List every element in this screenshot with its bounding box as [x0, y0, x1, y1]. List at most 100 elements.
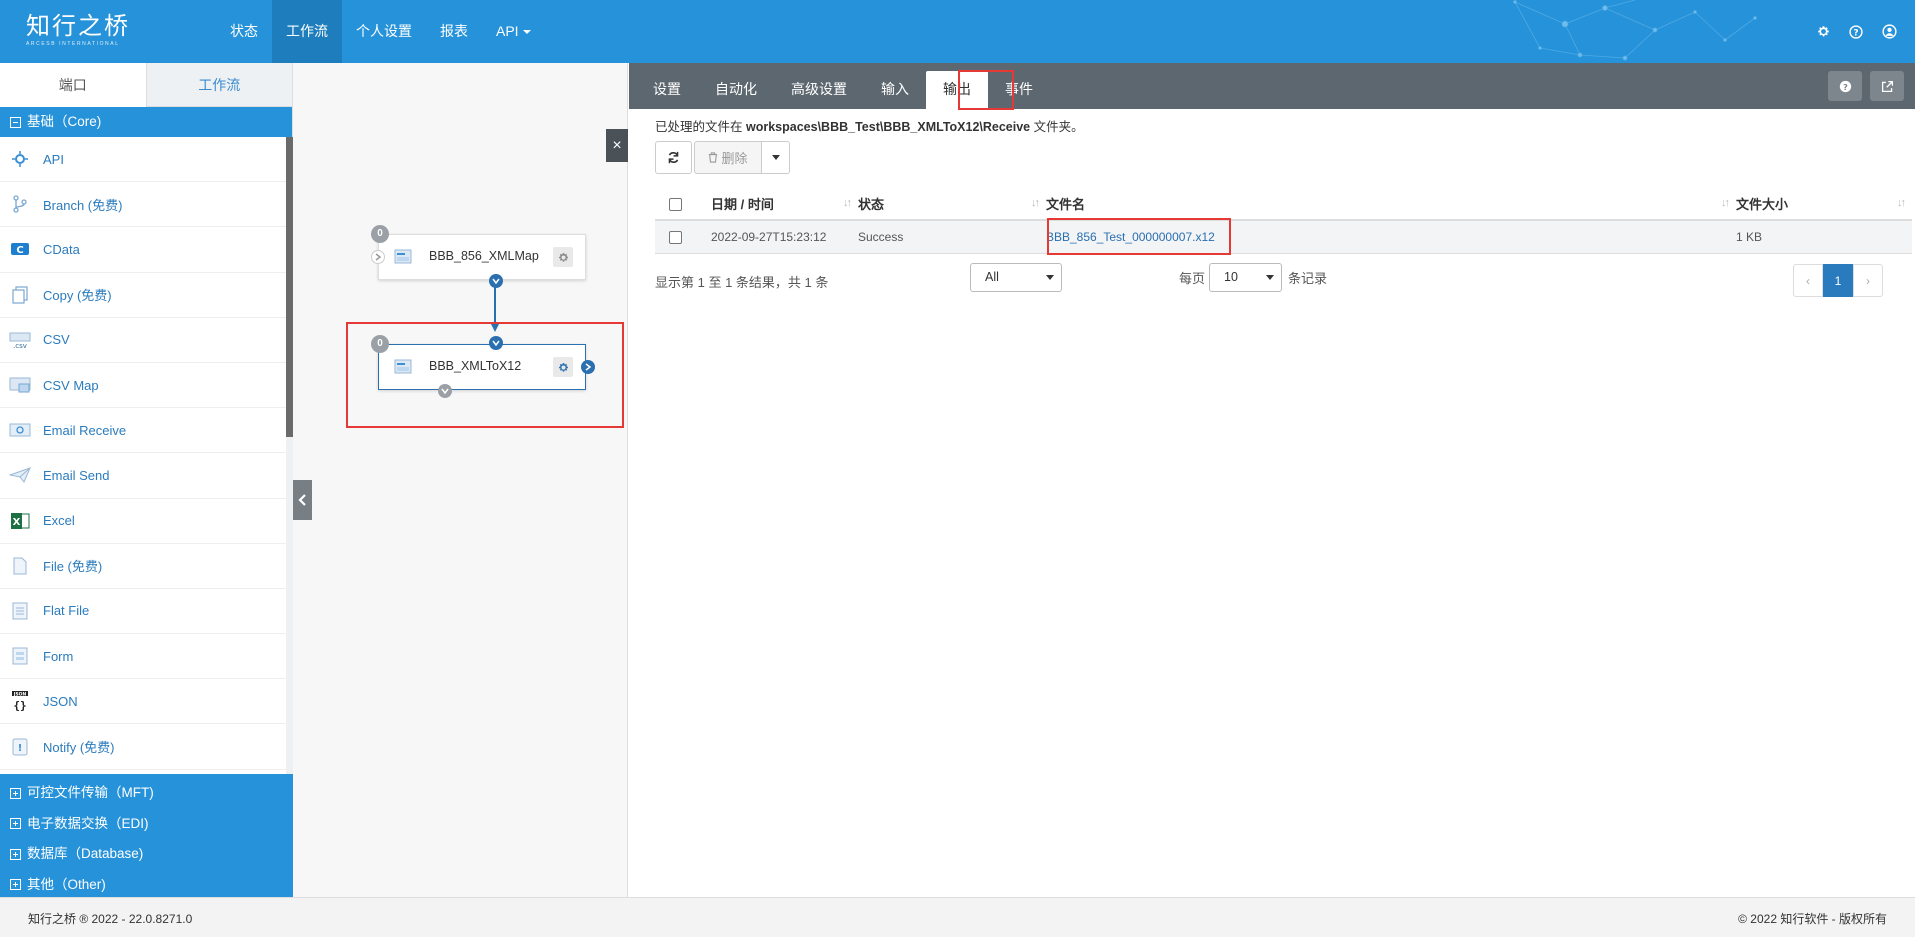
connector-email-send[interactable]: Email Send: [0, 453, 286, 499]
category-other[interactable]: 其他（Other): [0, 869, 293, 900]
connector-label: API: [43, 151, 64, 167]
help-icon[interactable]: ?: [1848, 24, 1864, 40]
node-input-port[interactable]: [371, 250, 385, 264]
connector-panel: 设置 自动化 高级设置 输入 输出 事件 ? 已处理的文件在 workspace…: [629, 63, 1915, 897]
connector-form[interactable]: Form: [0, 634, 286, 680]
select-all-checkbox[interactable]: [669, 197, 682, 211]
next-page-button[interactable]: ›: [1853, 264, 1883, 297]
refresh-button[interactable]: [655, 141, 692, 174]
form-icon: [8, 644, 32, 668]
caret-down-icon: [522, 30, 531, 35]
page-1-button[interactable]: 1: [1823, 264, 1853, 297]
col-filename[interactable]: 文件名 ↓↑: [1046, 187, 1736, 221]
category-database[interactable]: 数据库（Database): [0, 839, 293, 870]
tab-advanced[interactable]: 高级设置: [774, 71, 864, 109]
connector-branch[interactable]: Branch (免费): [0, 182, 286, 228]
brand-name: 知行之桥: [26, 12, 130, 40]
connector-notify[interactable]: ! Notify (免费): [0, 724, 286, 770]
col-status[interactable]: 状态 ↓↑: [858, 187, 1046, 221]
file-icon: [8, 554, 32, 578]
tab-settings[interactable]: 设置: [636, 71, 698, 109]
top-navbar: 知行之桥 ARCESB INTERNATIONAL 状态 工作流 个人设置 报表…: [0, 0, 1915, 63]
svg-text:{}: {}: [13, 699, 26, 712]
category-mft[interactable]: 可控文件传输（MFT): [0, 778, 293, 809]
connector-copy[interactable]: Copy (免费): [0, 273, 286, 318]
csv-icon: .csv: [8, 328, 32, 352]
node-badge: 0: [371, 225, 389, 243]
tab-connectors[interactable]: 端口: [0, 63, 147, 107]
scrollbar-thumb[interactable]: [286, 137, 293, 437]
brand-tagline: ARCESB INTERNATIONAL: [26, 41, 120, 47]
nav-reports[interactable]: 报表: [426, 0, 482, 63]
sidebar-tabs: 端口 工作流: [0, 63, 292, 107]
gear-icon: [558, 252, 568, 262]
email-receive-icon: [8, 418, 32, 442]
panel-help-button[interactable]: ?: [1828, 71, 1862, 101]
per-page-select[interactable]: 10: [1209, 263, 1282, 292]
connector-label: JSON: [43, 693, 78, 709]
collapse-sidebar-button[interactable]: [293, 480, 312, 520]
status-filter-select[interactable]: All: [970, 263, 1062, 292]
table-row[interactable]: 2022-09-27T15:23:12 Success BBB_856_Test…: [655, 220, 1912, 254]
col-filesize-label: 文件大小: [1736, 196, 1789, 212]
nav-api-label: API: [496, 23, 519, 39]
connector-api[interactable]: API: [0, 137, 286, 183]
tab-input[interactable]: 输入: [864, 71, 926, 109]
per-page-prefix: 每页: [1179, 271, 1206, 286]
category-edi[interactable]: 电子数据交换（EDI): [0, 808, 293, 839]
workflow-canvas[interactable]: [293, 63, 628, 897]
close-panel-button[interactable]: ×: [606, 129, 628, 162]
panel-popout-button[interactable]: [1870, 71, 1904, 101]
nav-workflow[interactable]: 工作流: [272, 0, 342, 63]
nav-status[interactable]: 状态: [216, 0, 272, 63]
row-datetime: 2022-09-27T15:23:12: [711, 220, 858, 254]
gear-icon[interactable]: [1815, 24, 1831, 40]
category-label: 数据库（Database): [27, 846, 144, 861]
highlight-box-filename: [1047, 218, 1231, 255]
workflow-node-xmlmap[interactable]: 0 BBB_856_XMLMap: [371, 225, 586, 280]
col-filename-label: 文件名: [1046, 196, 1086, 212]
connector-flat-file[interactable]: Flat File: [0, 589, 286, 635]
nav-api[interactable]: API: [482, 0, 545, 63]
connector-label: Email Receive: [43, 422, 127, 438]
connector-label: File (免费): [43, 559, 103, 575]
connector-excel[interactable]: X Excel: [0, 499, 286, 544]
prev-page-button[interactable]: ‹: [1793, 264, 1823, 297]
delete-button[interactable]: 删除: [694, 141, 762, 174]
sort-icon: ↓↑: [1721, 197, 1730, 209]
category-core[interactable]: 基础（Core): [0, 107, 292, 137]
tab-automation[interactable]: 自动化: [698, 71, 774, 109]
connector-csv[interactable]: .csv CSV: [0, 318, 286, 363]
col-filesize[interactable]: 文件大小 ↓↑: [1736, 187, 1912, 221]
nav-workflow-label: 工作流: [286, 23, 328, 39]
user-icon[interactable]: [1881, 24, 1897, 40]
tab-workflows[interactable]: 工作流: [146, 63, 292, 107]
connector-sidebar: 端口 工作流 基础（Core) API Branch (免费) C CData …: [0, 63, 293, 900]
sidebar-scrollbar[interactable]: [286, 137, 293, 837]
connector-json[interactable]: JSON{} JSON: [0, 679, 286, 725]
actions-dropdown-button[interactable]: [762, 141, 790, 174]
connector-csv-map[interactable]: CSV Map: [0, 363, 286, 409]
connector-cdata[interactable]: C CData: [0, 227, 286, 273]
footer-copyright: © 2022 知行软件 - 版权所有: [1738, 912, 1887, 926]
connector-label: CSV: [43, 332, 70, 348]
connector-email-receive[interactable]: Email Receive: [0, 408, 286, 454]
xml-map-icon: [394, 249, 412, 264]
csv-map-icon: [8, 373, 32, 397]
nav-profile[interactable]: 个人设置: [342, 0, 426, 63]
node-settings-button[interactable]: [553, 247, 573, 267]
svg-text:?: ?: [1853, 28, 1858, 38]
output-files-table: 日期 / 时间 ↓↑ 状态 ↓↑ 文件名 ↓↑ 文件大小 ↓↑ 2022-09-27T1…: [655, 187, 1912, 254]
svg-text:C: C: [16, 245, 23, 256]
expand-icon: [10, 879, 21, 891]
chevron-left-icon: [297, 494, 306, 506]
notify-icon: !: [8, 735, 32, 759]
row-checkbox[interactable]: [669, 230, 682, 244]
col-datetime[interactable]: 日期 / 时间 ↓↑: [711, 187, 858, 221]
close-icon: ×: [612, 137, 622, 154]
brand-logo[interactable]: 知行之桥 ARCESB INTERNATIONAL: [26, 12, 136, 54]
connector-label: Flat File: [43, 603, 90, 619]
connector-file[interactable]: File (免费): [0, 544, 286, 589]
refresh-icon: [668, 151, 679, 164]
node-output-port[interactable]: [489, 274, 503, 288]
